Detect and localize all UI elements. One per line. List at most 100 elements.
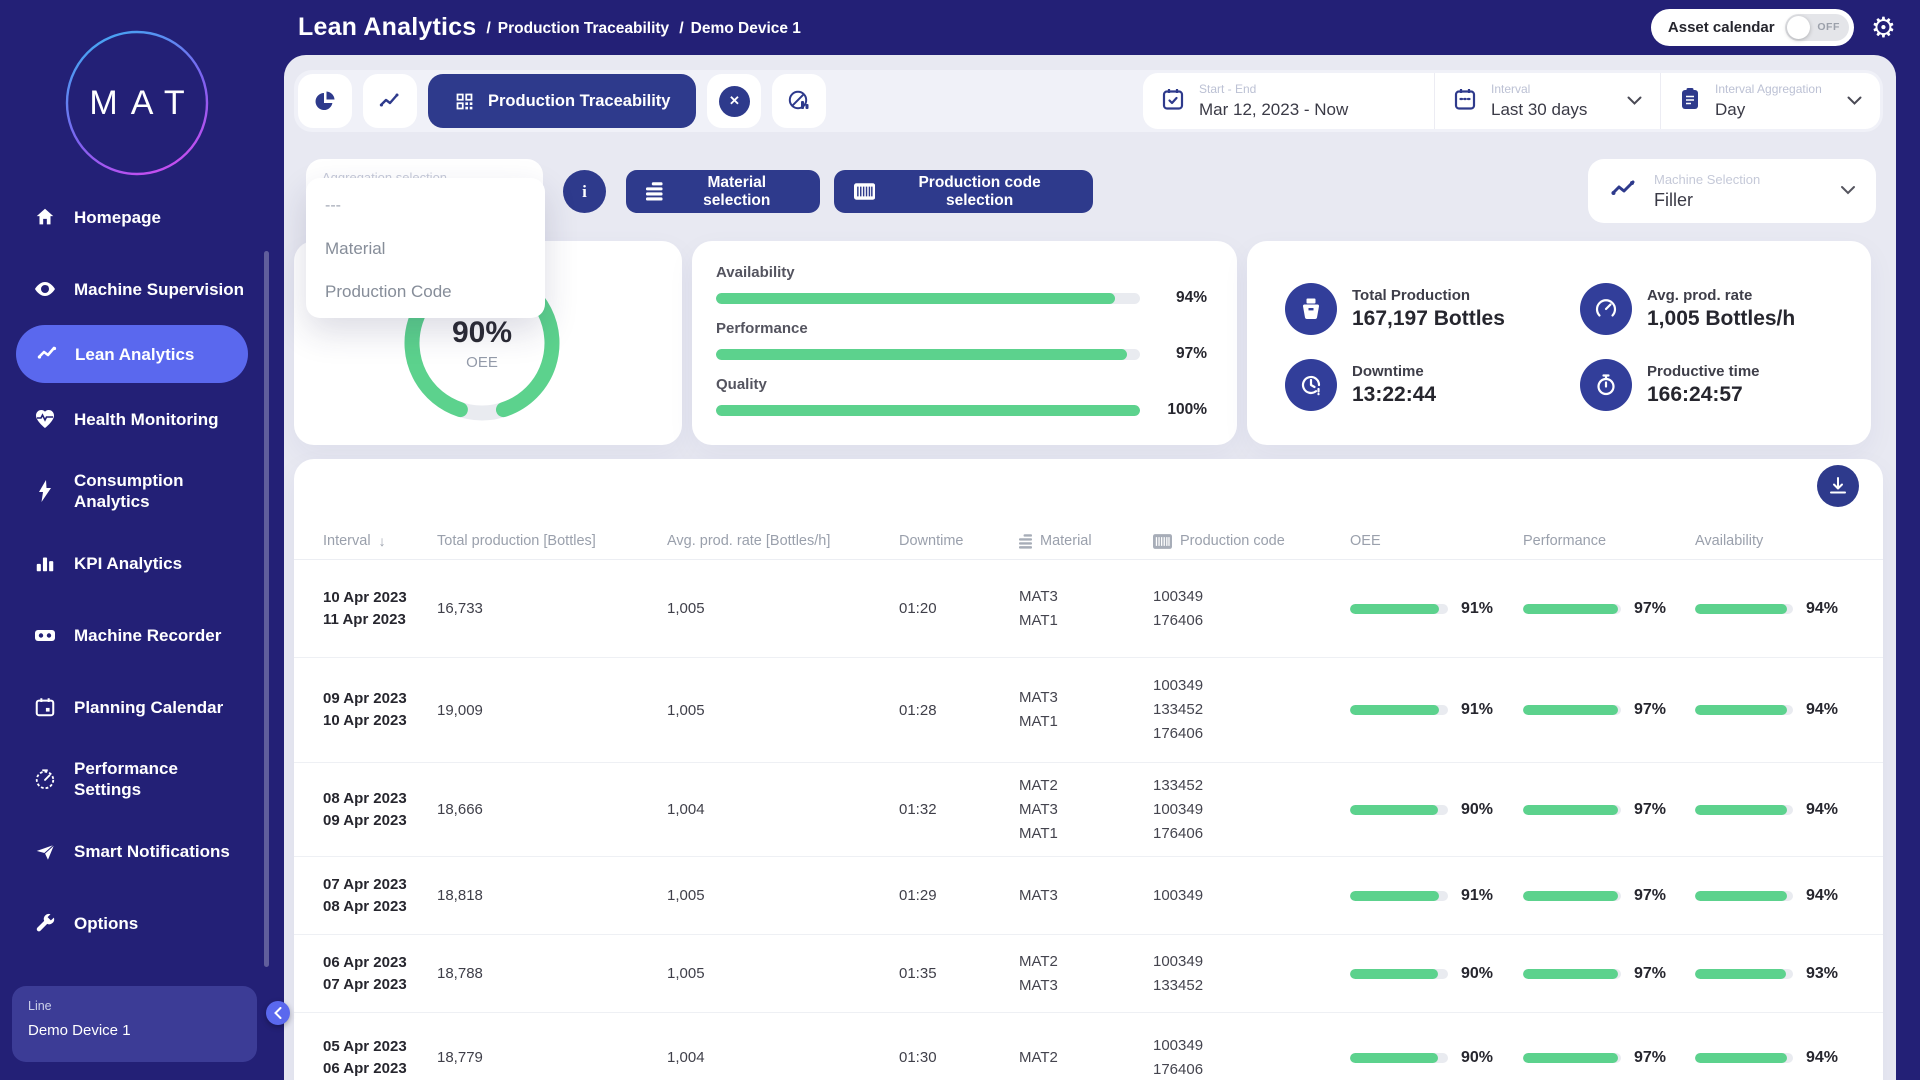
interval-control[interactable]: Interval Last 30 days bbox=[1434, 73, 1660, 129]
material-selection-button[interactable]: Material selection bbox=[626, 170, 820, 213]
sidebar-item-label: Smart Notifications bbox=[74, 841, 246, 862]
col-oee[interactable]: OEE bbox=[1350, 533, 1523, 549]
trend-chart-icon bbox=[1610, 178, 1636, 205]
material-selection-label: Material selection bbox=[674, 174, 800, 210]
heart-pulse-icon bbox=[33, 407, 57, 431]
stopwatch-icon bbox=[1580, 359, 1632, 411]
interval-value: Last 30 days bbox=[1491, 100, 1587, 120]
availability-kpi: Availability 94% bbox=[716, 264, 1207, 307]
pie-chart-view-button[interactable] bbox=[298, 74, 352, 128]
col-total-production[interactable]: Total production [Bottles] bbox=[437, 533, 667, 549]
productive-time-label: Productive time bbox=[1647, 363, 1760, 380]
sidebar-item-health-monitoring[interactable]: Health Monitoring bbox=[0, 383, 262, 455]
barcode-icon bbox=[1153, 534, 1172, 549]
gauge-icon bbox=[33, 767, 57, 791]
page-title: Lean Analytics bbox=[298, 13, 476, 42]
download-button[interactable] bbox=[1817, 465, 1859, 507]
table-row[interactable]: 06 Apr 202307 Apr 2023 18,788 1,005 01:3… bbox=[294, 935, 1883, 1013]
date-controls: Start - End Mar 12, 2023 - Now Interval … bbox=[1143, 73, 1880, 129]
sidebar-item-smart-notifications[interactable]: Smart Notifications bbox=[0, 815, 262, 887]
no-chart-view-button[interactable] bbox=[772, 74, 826, 128]
sidebar-item-lean-analytics[interactable]: Lean Analytics bbox=[16, 325, 248, 383]
sidebar-item-performance-settings[interactable]: Performance Settings bbox=[0, 743, 262, 815]
sidebar-item-label: Lean Analytics bbox=[75, 344, 247, 365]
sidebar-item-consumption-analytics[interactable]: Consumption Analytics bbox=[0, 455, 262, 527]
sidebar-item-label: Performance Settings bbox=[74, 758, 246, 800]
breadcrumb-device[interactable]: Demo Device 1 bbox=[691, 20, 801, 38]
device-selector[interactable]: Line Demo Device 1 bbox=[12, 986, 257, 1062]
availability-value: 94% bbox=[1152, 289, 1207, 307]
info-button[interactable]: i bbox=[563, 170, 606, 213]
machine-selection-value: Filler bbox=[1654, 190, 1760, 211]
sidebar-item-label: Machine Supervision bbox=[74, 279, 246, 300]
date-range-control[interactable]: Start - End Mar 12, 2023 - Now bbox=[1143, 73, 1434, 129]
kpi-bars-card: Availability 94% Performance 97% Quality… bbox=[692, 241, 1237, 445]
sort-desc-icon[interactable]: ↓ bbox=[379, 533, 386, 549]
table-row[interactable]: 08 Apr 202309 Apr 2023 18,666 1,004 01:3… bbox=[294, 763, 1883, 857]
table-row[interactable]: 09 Apr 202310 Apr 2023 19,009 1,005 01:2… bbox=[294, 658, 1883, 763]
switch-knob bbox=[1787, 16, 1810, 39]
sidebar-item-machine-recorder[interactable]: Machine Recorder bbox=[0, 599, 262, 671]
machine-selection-field[interactable]: Machine Selection Filler bbox=[1588, 159, 1876, 223]
col-material[interactable]: Material bbox=[1019, 533, 1153, 549]
table-row[interactable]: 07 Apr 202308 Apr 2023 18,818 1,005 01:2… bbox=[294, 857, 1883, 935]
production-code-selection-button[interactable]: Production code selection bbox=[834, 170, 1093, 213]
chevron-down-icon bbox=[1615, 92, 1642, 110]
calendar-check-icon bbox=[1161, 87, 1185, 116]
breadcrumb-section[interactable]: Production Traceability bbox=[498, 20, 669, 38]
chevron-down-icon bbox=[1835, 92, 1862, 110]
settings-gear-icon[interactable]: ⚙ bbox=[1871, 14, 1896, 42]
calendar-icon bbox=[1453, 87, 1477, 116]
asset-calendar-switch[interactable]: OFF bbox=[1785, 14, 1849, 41]
productive-time-stat: Productive time 166:24:57 bbox=[1580, 347, 1861, 423]
dropdown-option-production-code[interactable]: Production Code bbox=[306, 270, 545, 313]
total-production-label: Total Production bbox=[1352, 287, 1505, 304]
sidebar-item-homepage[interactable]: Homepage bbox=[0, 181, 262, 253]
oee-cell: 91% bbox=[1350, 600, 1523, 618]
breadcrumb-separator: / bbox=[679, 20, 683, 38]
col-interval[interactable]: Interval↓ bbox=[323, 533, 437, 549]
sidebar-item-kpi-analytics[interactable]: KPI Analytics bbox=[0, 527, 262, 599]
col-availability[interactable]: Availability bbox=[1695, 533, 1875, 549]
interval-label: Interval bbox=[1491, 82, 1587, 96]
sidebar-item-label: Machine Recorder bbox=[74, 625, 246, 646]
downtime-label: Downtime bbox=[1352, 363, 1436, 380]
trend-chart-icon bbox=[378, 89, 402, 113]
bottle-icon bbox=[1285, 283, 1337, 335]
asset-calendar-toggle-pill[interactable]: Asset calendar OFF bbox=[1651, 9, 1854, 46]
downtime-value: 13:22:44 bbox=[1352, 383, 1436, 407]
chevron-down-icon bbox=[1828, 182, 1856, 200]
sidebar-item-label: Planning Calendar bbox=[74, 697, 246, 718]
qr-code-icon bbox=[454, 91, 475, 112]
sidebar-scrollbar[interactable] bbox=[264, 251, 269, 967]
sidebar-item-label: Options bbox=[74, 913, 246, 934]
sidebar-item-options[interactable]: Options bbox=[0, 887, 262, 959]
performance-value: 97% bbox=[1152, 345, 1207, 363]
sidebar: MAT Homepage Machine Supervision Lean An… bbox=[0, 0, 284, 1080]
table-row[interactable]: 05 Apr 202306 Apr 2023 18,779 1,004 01:3… bbox=[294, 1013, 1883, 1080]
app-root: MAT Homepage Machine Supervision Lean An… bbox=[0, 0, 1920, 1080]
production-traceability-tab[interactable]: Production Traceability bbox=[428, 74, 696, 128]
machine-selection-label: Machine Selection bbox=[1654, 172, 1760, 187]
col-downtime[interactable]: Downtime bbox=[899, 533, 1019, 549]
clear-view-button[interactable]: ✕ bbox=[707, 74, 761, 128]
sidebar-item-machine-supervision[interactable]: Machine Supervision bbox=[0, 253, 262, 325]
sidebar-item-planning-calendar[interactable]: Planning Calendar bbox=[0, 671, 262, 743]
col-avg-prod-rate[interactable]: Avg. prod. rate [Bottles/h] bbox=[667, 533, 899, 549]
interval-aggregation-control[interactable]: Interval Aggregation Day bbox=[1660, 73, 1880, 129]
sidebar-collapse-button[interactable] bbox=[266, 1001, 290, 1025]
col-production-code[interactable]: Production code bbox=[1153, 533, 1350, 549]
dropdown-option-material[interactable]: Material bbox=[306, 227, 545, 270]
availability-label: Availability bbox=[716, 264, 1207, 281]
content-panel: Production Traceability ✕ Start bbox=[284, 55, 1896, 1080]
sidebar-item-label: Consumption Analytics bbox=[74, 470, 246, 512]
col-performance[interactable]: Performance bbox=[1523, 533, 1695, 549]
asset-calendar-label: Asset calendar bbox=[1668, 19, 1775, 36]
production-traceability-label: Production Traceability bbox=[488, 92, 670, 111]
view-toolbar: Production Traceability ✕ Start bbox=[294, 70, 1883, 132]
table-header-row: Interval↓ Total production [Bottles] Avg… bbox=[294, 523, 1883, 560]
line-chart-view-button[interactable] bbox=[363, 74, 417, 128]
table-row[interactable]: 10 Apr 202311 Apr 2023 16,733 1,005 01:2… bbox=[294, 560, 1883, 658]
dropdown-option-none[interactable]: --- bbox=[306, 184, 545, 227]
logo-text: MAT bbox=[64, 30, 210, 176]
